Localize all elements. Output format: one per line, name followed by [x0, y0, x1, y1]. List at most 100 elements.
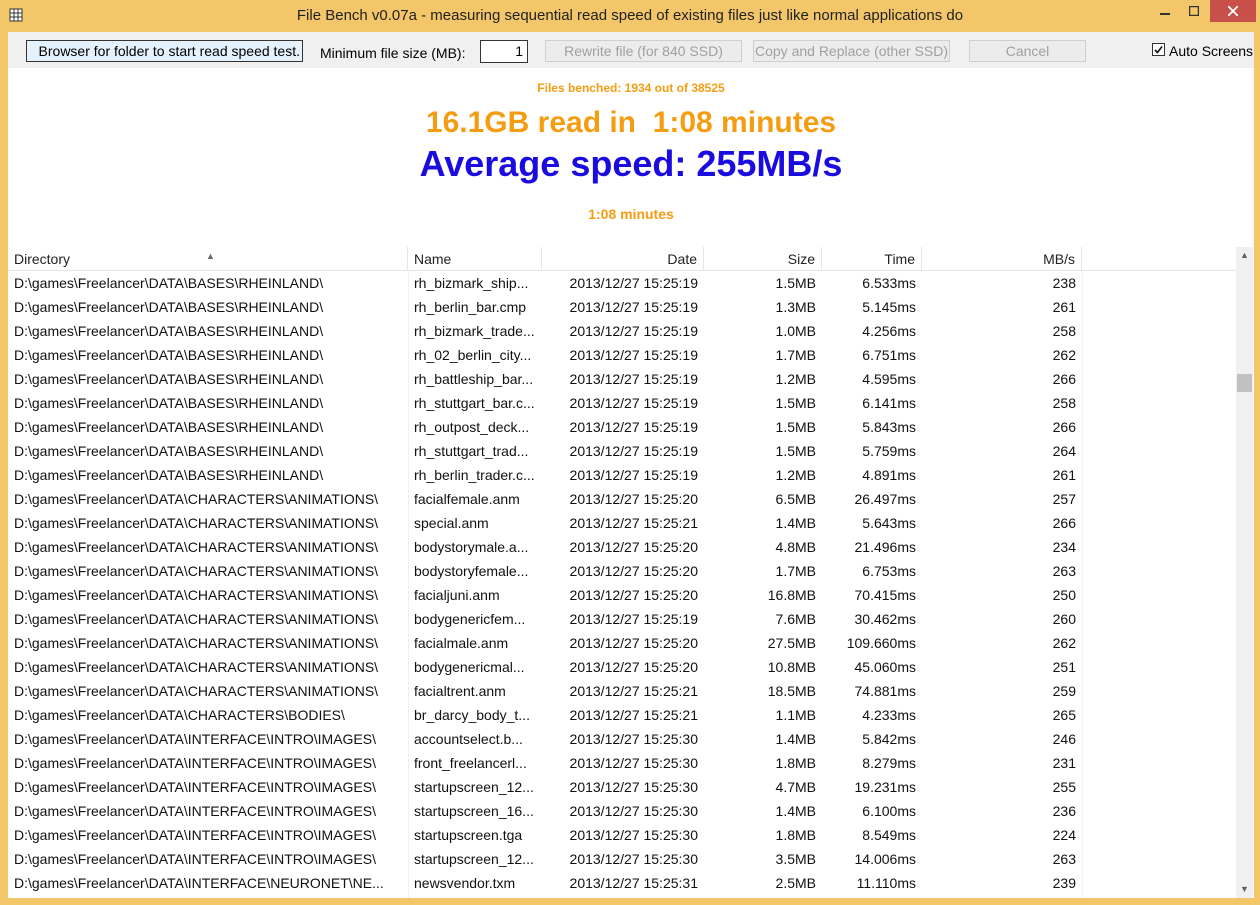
cell-size: 1.7MB [775, 347, 816, 363]
cell-directory: D:\games\Freelancer\DATA\BASES\RHEINLAND… [14, 419, 324, 435]
cancel-button[interactable]: Cancel [969, 40, 1086, 62]
min-size-label: Minimum file size (MB): [320, 45, 466, 61]
cell-time: 14.006ms [854, 851, 916, 867]
close-button[interactable] [1210, 0, 1256, 22]
cell-date: 2013/12/27 15:25:20 [569, 539, 698, 555]
cell-time: 4.891ms [862, 467, 916, 483]
table-row[interactable]: D:\games\Freelancer\DATA\CHARACTERS\ANIM… [8, 511, 1236, 535]
cell-name: facialtrent.anm [414, 683, 506, 699]
table-row[interactable]: D:\games\Freelancer\DATA\INTERFACE\INTRO… [8, 751, 1236, 775]
vertical-scrollbar[interactable]: ▲ ▼ [1236, 247, 1253, 898]
cell-directory: D:\games\Freelancer\DATA\INTERFACE\INTRO… [14, 731, 376, 747]
cell-time: 8.549ms [862, 827, 916, 843]
table-row[interactable]: D:\games\Freelancer\DATA\CHARACTERS\ANIM… [8, 583, 1236, 607]
cell-size: 16.8MB [767, 587, 816, 603]
cell-name: rh_berlin_trader.c... [414, 467, 535, 483]
rewrite-file-button[interactable]: Rewrite file (for 840 SSD) [545, 40, 742, 62]
table-row[interactable]: D:\games\Freelancer\DATA\CHARACTERS\BODI… [8, 703, 1236, 727]
scroll-down-arrow-icon[interactable]: ▼ [1236, 881, 1253, 898]
close-icon [1227, 3, 1239, 19]
cell-name: startupscreen_12... [414, 851, 534, 867]
scroll-up-arrow-icon[interactable]: ▲ [1236, 247, 1253, 264]
table-row[interactable]: D:\games\Freelancer\DATA\BASES\RHEINLAND… [8, 343, 1236, 367]
cell-date: 2013/12/27 15:25:19 [569, 467, 698, 483]
cell-size: 1.5MB [775, 419, 816, 435]
cell-size: 1.4MB [775, 803, 816, 819]
cell-size: 1.0MB [775, 323, 816, 339]
window-title: File Bench v0.07a - measuring sequential… [296, 7, 964, 24]
column-header-size[interactable]: Size [704, 247, 822, 271]
column-header-mbs[interactable]: MB/s [922, 247, 1082, 271]
table-row[interactable]: D:\games\Freelancer\DATA\CHARACTERS\ANIM… [8, 607, 1236, 631]
cell-date: 2013/12/27 15:25:30 [569, 755, 698, 771]
cell-directory: D:\games\Freelancer\DATA\BASES\RHEINLAND… [14, 347, 324, 363]
cell-time: 5.842ms [862, 731, 916, 747]
auto-screens-label: Auto Screens [1169, 43, 1254, 59]
table-row[interactable]: D:\games\Freelancer\DATA\BASES\RHEINLAND… [8, 439, 1236, 463]
cell-date: 2013/12/27 15:25:20 [569, 491, 698, 507]
cell-size: 1.5MB [775, 395, 816, 411]
cell-size: 1.2MB [775, 467, 816, 483]
cell-name: rh_stuttgart_bar.c... [414, 395, 535, 411]
table-row[interactable]: D:\games\Freelancer\DATA\BASES\RHEINLAND… [8, 415, 1236, 439]
maximize-button[interactable] [1180, 0, 1208, 22]
auto-screens-checkbox[interactable] [1152, 43, 1165, 56]
cell-time: 21.496ms [854, 539, 916, 555]
toolbar: Browser for folder to start read speed t… [8, 32, 1254, 68]
cell-date: 2013/12/27 15:25:20 [569, 563, 698, 579]
table-row[interactable]: D:\games\Freelancer\DATA\INTERFACE\INTRO… [8, 775, 1236, 799]
cell-mbs: 262 [1052, 635, 1076, 651]
copy-replace-button[interactable]: Copy and Replace (other SSD) [753, 40, 950, 62]
cell-date: 2013/12/27 15:25:20 [569, 659, 698, 675]
cell-date: 2013/12/27 15:25:30 [569, 851, 698, 867]
cell-name: bodystoryfemale... [414, 563, 529, 579]
table-row[interactable]: D:\games\Freelancer\DATA\CHARACTERS\ANIM… [8, 535, 1236, 559]
average-speed-text: Average speed: 255MB/s [419, 143, 843, 184]
table-row[interactable]: D:\games\Freelancer\DATA\CHARACTERS\ANIM… [8, 679, 1236, 703]
table-row[interactable]: D:\games\Freelancer\DATA\BASES\RHEINLAND… [8, 463, 1236, 487]
cell-mbs: 234 [1052, 539, 1076, 555]
cell-size: 1.3MB [775, 299, 816, 315]
cell-time: 5.759ms [862, 443, 916, 459]
cell-size: 1.8MB [775, 755, 816, 771]
table-row[interactable]: D:\games\Freelancer\DATA\CHARACTERS\ANIM… [8, 655, 1236, 679]
cell-size: 4.7MB [775, 779, 816, 795]
cell-mbs: 246 [1052, 731, 1076, 747]
column-header-directory[interactable]: Directory ▲ [8, 247, 408, 271]
table-row[interactable]: D:\games\Freelancer\DATA\CHARACTERS\ANIM… [8, 487, 1236, 511]
table-row[interactable]: D:\games\Freelancer\DATA\CHARACTERS\ANIM… [8, 559, 1236, 583]
cell-time: 26.497ms [854, 491, 916, 507]
cell-name: startupscreen_16... [414, 803, 534, 819]
table-row[interactable]: D:\games\Freelancer\DATA\BASES\RHEINLAND… [8, 271, 1236, 295]
table-row[interactable]: D:\games\Freelancer\DATA\BASES\RHEINLAND… [8, 367, 1236, 391]
table-row[interactable]: D:\games\Freelancer\DATA\CHARACTERS\ANIM… [8, 631, 1236, 655]
column-header-date[interactable]: Date [542, 247, 704, 271]
cell-time: 45.060ms [854, 659, 916, 675]
table-row[interactable]: D:\games\Freelancer\DATA\BASES\RHEINLAND… [8, 295, 1236, 319]
read-summary-text: 16.1GB read in 1:08 minutes [425, 106, 837, 139]
cell-directory: D:\games\Freelancer\DATA\BASES\RHEINLAND… [14, 371, 324, 387]
cell-name: rh_battleship_bar... [414, 371, 534, 387]
table-row[interactable]: D:\games\Freelancer\DATA\INTERFACE\INTRO… [8, 727, 1236, 751]
cell-directory: D:\games\Freelancer\DATA\CHARACTERS\BODI… [14, 707, 345, 723]
cell-mbs: 261 [1052, 299, 1076, 315]
table-row[interactable]: D:\games\Freelancer\DATA\INTERFACE\NEURO… [8, 871, 1236, 895]
table-row[interactable]: D:\games\Freelancer\DATA\INTERFACE\INTRO… [8, 847, 1236, 871]
table-row[interactable]: D:\games\Freelancer\DATA\BASES\RHEINLAND… [8, 319, 1236, 343]
cell-directory: D:\games\Freelancer\DATA\BASES\RHEINLAND… [14, 323, 324, 339]
cell-mbs: 258 [1052, 323, 1076, 339]
files-benched-text: Files benched: 1934 out of 38525 [537, 81, 725, 95]
table-row[interactable]: D:\games\Freelancer\DATA\INTERFACE\INTRO… [8, 799, 1236, 823]
minimize-button[interactable] [1151, 0, 1179, 22]
cell-size: 6.5MB [775, 491, 816, 507]
scrollbar-thumb[interactable] [1237, 374, 1252, 392]
browse-folder-button[interactable]: Browser for folder to start read speed t… [26, 40, 303, 62]
table-row[interactable]: D:\games\Freelancer\DATA\BASES\RHEINLAND… [8, 391, 1236, 415]
column-header-time[interactable]: Time [822, 247, 922, 271]
column-header-name[interactable]: Name [408, 247, 542, 271]
cell-date: 2013/12/27 15:25:19 [569, 371, 698, 387]
table-row[interactable]: D:\games\Freelancer\DATA\INTERFACE\INTRO… [8, 823, 1236, 847]
min-size-input[interactable]: 1 [480, 40, 528, 63]
cell-date: 2013/12/27 15:25:20 [569, 587, 698, 603]
cell-date: 2013/12/27 15:25:31 [569, 875, 698, 891]
